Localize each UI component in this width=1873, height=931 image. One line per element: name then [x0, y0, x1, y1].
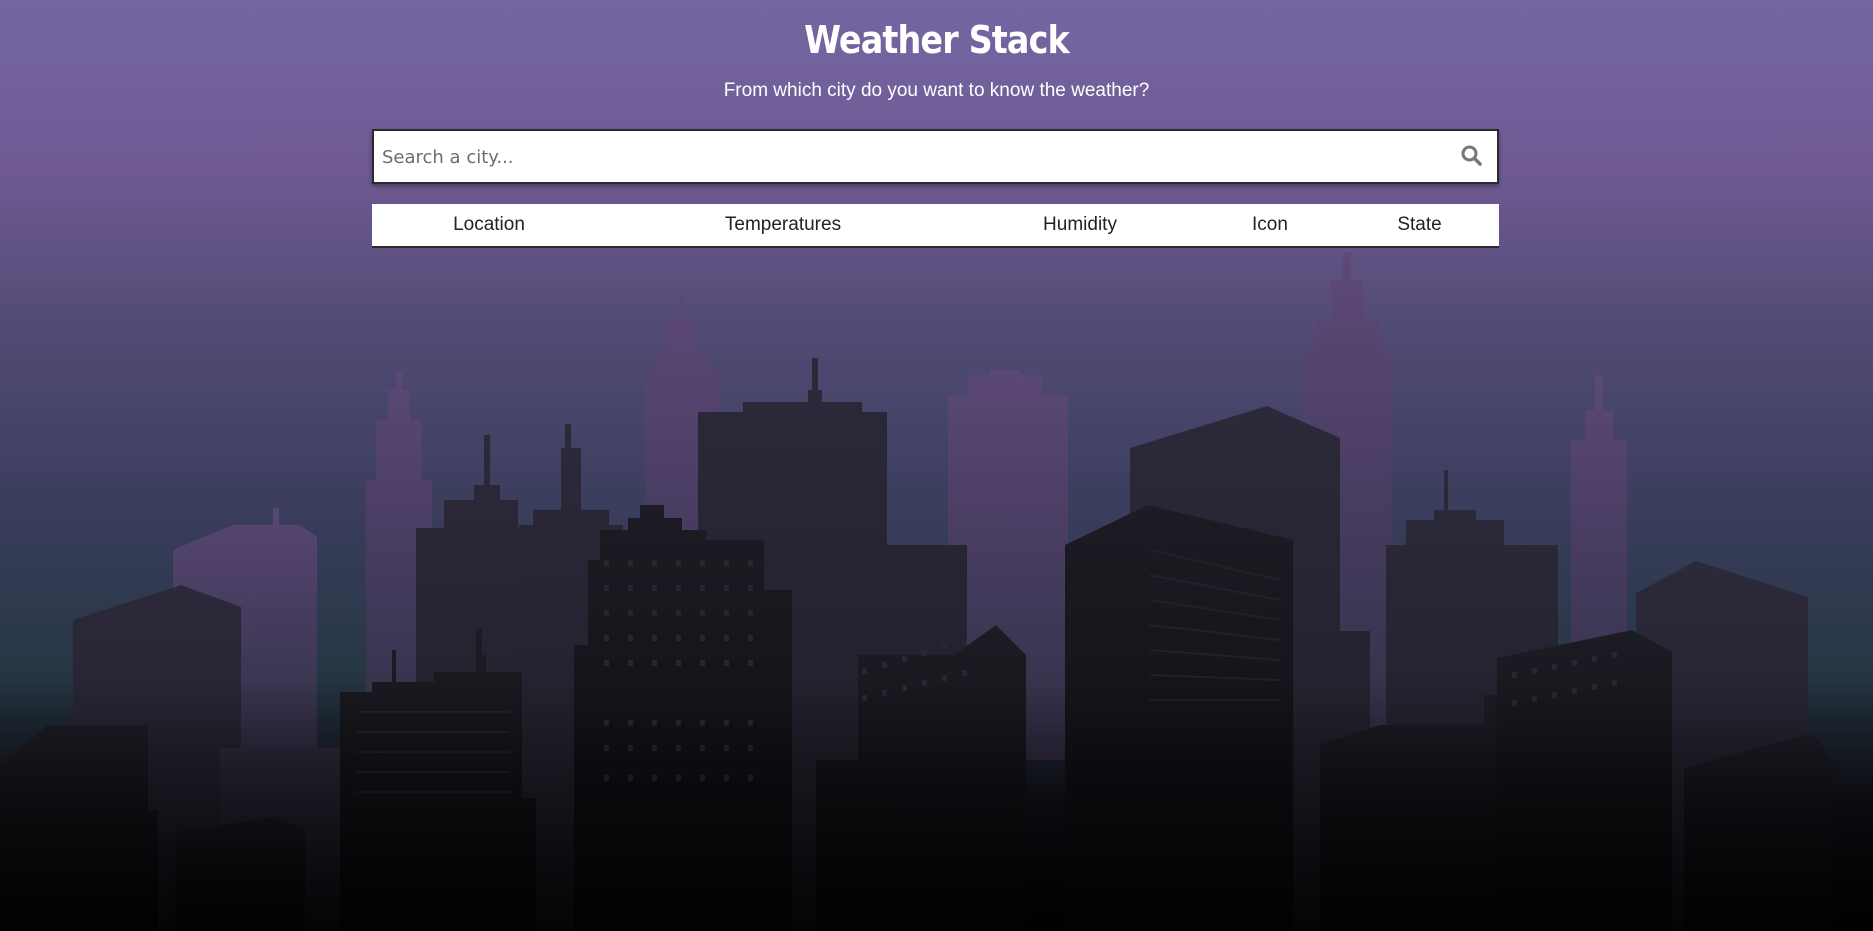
column-header-humidity: Humidity — [1043, 214, 1117, 235]
column-header-location: Location — [453, 214, 525, 235]
far-buildings — [173, 252, 1627, 760]
search-bar — [372, 129, 1499, 184]
results-table-header: Location Temperatures Humidity Icon Stat… — [372, 204, 1499, 248]
column-header-state: State — [1397, 214, 1442, 235]
column-header-icon: Icon — [1252, 214, 1288, 235]
ground-fade — [0, 680, 1873, 931]
search-input[interactable] — [380, 131, 1444, 184]
column-header-temperatures: Temperatures — [724, 214, 842, 235]
search-icon — [1461, 145, 1482, 166]
building-windows — [604, 560, 1617, 781]
mid-buildings — [73, 358, 1808, 931]
search-button[interactable] — [1459, 143, 1485, 169]
building-stripes — [356, 549, 1281, 793]
page-subtitle: From which city do you want to know the … — [723, 80, 1150, 101]
near-buildings — [0, 505, 1834, 931]
page-title: Weather Stack — [804, 18, 1070, 62]
